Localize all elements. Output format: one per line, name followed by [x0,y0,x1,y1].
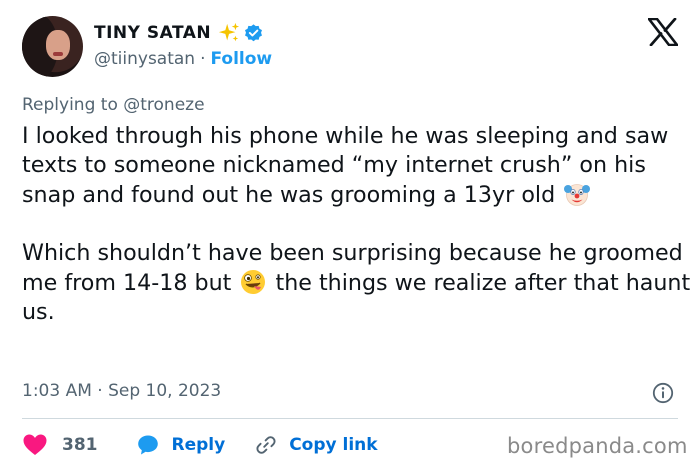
clown-face-icon [564,184,591,206]
reply-button[interactable]: Reply [136,433,226,457]
copy-link-button[interactable]: Copy link [255,434,378,456]
tweet-paragraph-1: I looked through his phone while he was … [22,122,692,210]
tweet-header: TINY SATAN @tiinysatan · Follow [22,16,682,78]
heart-icon [23,434,47,455]
replying-to: Replying to @troneze [22,95,205,115]
tweet-paragraph-2: Which shouldn’t have been surprising bec… [22,239,692,327]
author-name-row: TINY SATAN [94,22,264,44]
reply-label: Reply [171,435,226,455]
replying-to-label: Replying to [22,95,118,115]
copy-link-label: Copy link [289,435,378,455]
tweet-timestamp[interactable]: 1:03 AM · Sep 10, 2023 [22,381,221,401]
handle-separator: · [200,49,206,69]
info-icon[interactable] [652,382,674,404]
tweet-text: I looked through his phone while he was … [22,122,692,327]
zany-face-icon [241,270,266,294]
tweet-actions: 381 Reply Copy link [22,430,378,460]
author-handle[interactable]: @tiinysatan [94,49,195,69]
divider [22,418,678,419]
like-count: 381 [62,435,98,455]
follow-button[interactable]: Follow [211,49,273,69]
sparkles-icon [219,22,240,42]
link-icon [256,436,276,454]
like-button[interactable]: 381 [22,433,98,457]
watermark: boredpanda.com [507,434,688,458]
author-handle-row: @tiinysatan · Follow [94,49,272,69]
speech-bubble-icon [137,435,158,455]
avatar[interactable] [22,16,83,77]
reply-target-handle[interactable]: @troneze [123,95,204,115]
x-logo-icon[interactable] [648,18,678,46]
verified-badge-icon [245,23,263,41]
author-display-name[interactable]: TINY SATAN [94,23,211,43]
